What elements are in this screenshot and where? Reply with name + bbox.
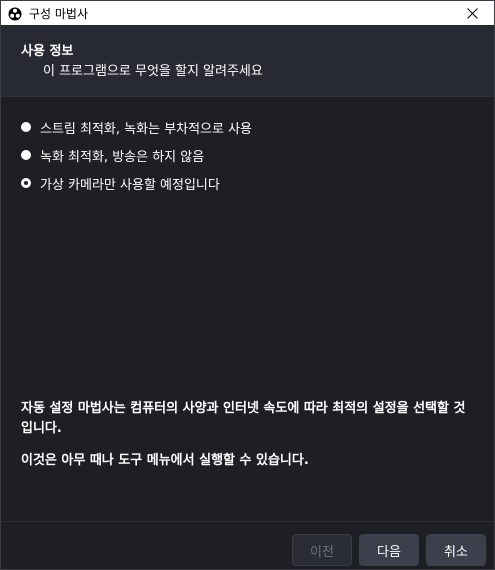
radio-button[interactable] [21,150,31,160]
radio-button[interactable] [21,122,31,132]
option-label: 녹화 최적화, 방송은 하지 않음 [40,149,205,165]
usage-options: 스트림 최적화, 녹화는 부차적으로 사용 녹화 최적화, 방송은 하지 않음 … [21,113,252,197]
back-button[interactable]: 이전 [292,534,352,566]
title-bar: 구성 마법사 [1,1,494,25]
wizard-header: 사용 정보 이 프로그램으로 무엇을 할지 알려주세요 [1,25,494,97]
info-line-2: 이것은 아무 때나 도구 메뉴에서 실행할 수 있습니다. [21,453,309,468]
info-text: 자동 설정 마법사는 컴퓨터의 사양과 인터넷 속도에 따라 최적의 설정을 선… [21,399,471,471]
cancel-button[interactable]: 취소 [426,534,486,566]
option-record-optimize[interactable]: 녹화 최적화, 방송은 하지 않음 [21,141,252,169]
option-stream-optimize[interactable]: 스트림 최적화, 녹화는 부차적으로 사용 [21,113,252,141]
option-virtual-camera[interactable]: 가상 카메라만 사용할 예정입니다 [21,169,252,197]
page-subtitle: 이 프로그램으로 무엇을 할지 알려주세요 [43,64,263,79]
page-title: 사용 정보 [21,44,74,59]
option-label: 가상 카메라만 사용할 예정입니다 [40,177,220,193]
obs-icon [8,6,22,21]
close-icon[interactable] [450,1,494,25]
footer-divider [1,521,494,522]
radio-button-selected[interactable] [21,178,31,188]
window-title: 구성 마법사 [29,6,89,21]
next-button[interactable]: 다음 [359,534,419,566]
info-line-1: 자동 설정 마법사는 컴퓨터의 사양과 인터넷 속도에 따라 최적의 설정을 선… [21,401,466,436]
option-label: 스트림 최적화, 녹화는 부차적으로 사용 [40,121,253,137]
setup-wizard-window: 구성 마법사 사용 정보 이 프로그램으로 무엇을 할지 알려주세요 스트림 최… [0,0,495,570]
footer-buttons: 이전 다음 취소 [292,534,486,566]
